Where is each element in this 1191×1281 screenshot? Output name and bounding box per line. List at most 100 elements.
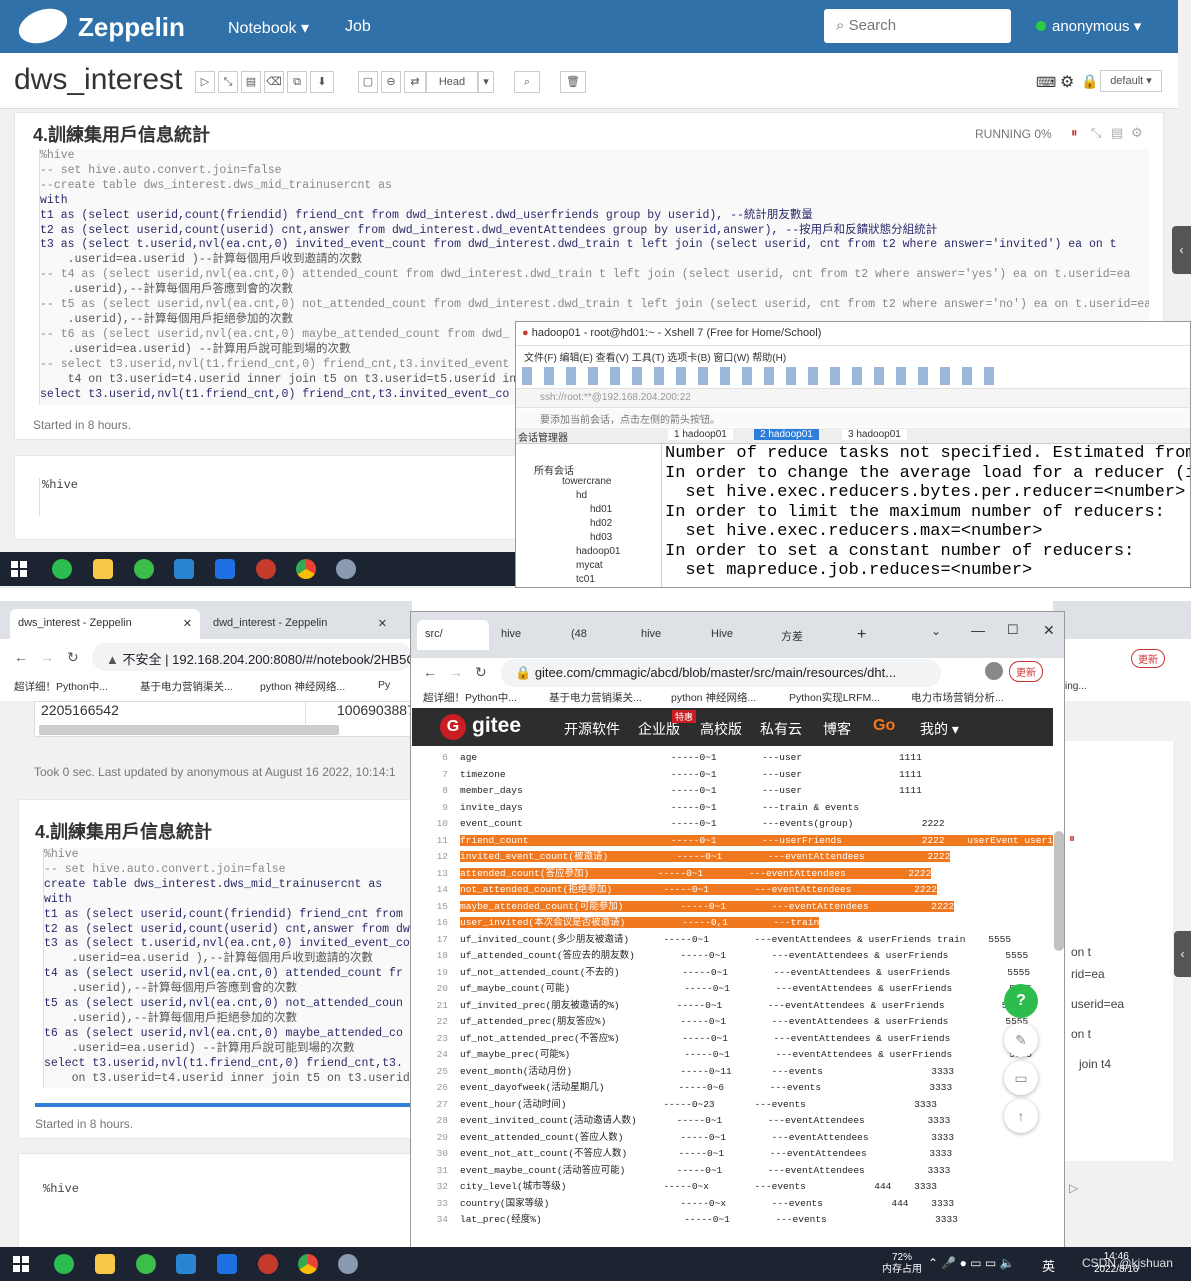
nav-notebook[interactable]: Notebook ▾ [228, 18, 309, 38]
tab-dws-interest[interactable]: dws_interest - Zeppelin ✕ [10, 609, 200, 639]
bookmark-5[interactable]: 电力市场营销分析... [911, 690, 1004, 705]
toggle-output-icon[interactable]: ▤ [241, 71, 261, 93]
settings-icon[interactable]: ⚙ [1131, 125, 1143, 141]
comment-icon[interactable]: ▭ [1004, 1061, 1038, 1095]
code-editor-2[interactable]: %hive [39, 478, 78, 516]
xshell-address[interactable]: ssh://root:**@192.168.204.200:22 [516, 388, 1190, 408]
tree-item[interactable]: towercrane [562, 476, 611, 487]
bookmark-right[interactable]: ing... [1065, 681, 1087, 692]
tree-item[interactable]: hd [576, 490, 587, 501]
app-green-icon[interactable] [136, 1254, 156, 1274]
app-photos-icon[interactable] [217, 1254, 237, 1274]
code-editor-2[interactable]: %hive [43, 1182, 79, 1196]
gitee-nav-opensource[interactable]: 开源软件 [564, 719, 620, 739]
tab-hive-3[interactable]: Hive [703, 620, 771, 650]
run-all-icon[interactable]: ▷ [195, 71, 215, 93]
bookmark-2[interactable]: 基于电力营销渠关... [549, 690, 642, 705]
input-language[interactable]: 英 [1042, 1256, 1055, 1275]
xshell-icon[interactable] [258, 1254, 278, 1274]
expand-icon[interactable]: ⤡ [1091, 125, 1101, 141]
wechat-icon[interactable] [52, 559, 72, 579]
gitee-nav-blog[interactable]: 博客 [823, 719, 851, 739]
update-button-right[interactable]: 更新 [1131, 649, 1165, 668]
gitee-nav-go[interactable]: Go [873, 717, 895, 735]
tray-icons[interactable]: ⌃ 🎤 ● ▭ ▭ 🔈 [928, 1256, 1015, 1270]
app-green-icon[interactable] [134, 559, 154, 579]
export-icon[interactable]: ⬇ [310, 71, 334, 93]
gitee-scrollbar[interactable] [1054, 831, 1064, 951]
update-button[interactable]: 更新 [1009, 661, 1043, 682]
chevron-down-icon[interactable]: ▾ [478, 71, 494, 93]
close-window-icon[interactable]: ✕ [1043, 622, 1055, 639]
lock-icon[interactable]: 🔒 [1081, 73, 1098, 90]
pause-icon[interactable]: ⏸ [1069, 831, 1075, 846]
memory-indicator[interactable]: 72% 内存占用 [882, 1252, 922, 1276]
horizontal-scrollbar[interactable] [39, 725, 339, 735]
new-tab-icon[interactable]: + [857, 626, 866, 644]
notebook-title[interactable]: dws_interest [14, 63, 182, 97]
side-collapse-icon[interactable]: ‹ [1172, 226, 1191, 274]
url-bar-left[interactable]: ▲ 不安全 | 192.168.204.200:8080/#/notebook/… [92, 643, 412, 671]
chrome-icon[interactable] [298, 1254, 318, 1274]
toggle-code-icon[interactable]: ⤡ [218, 71, 238, 93]
help-icon[interactable]: ? [1004, 984, 1038, 1018]
run-icon[interactable]: ▷ [1069, 1181, 1078, 1195]
tab-hive-2[interactable]: hive [633, 620, 701, 650]
book-icon[interactable]: ▤ [1111, 125, 1123, 141]
xshell-tab-3[interactable]: 3 hadoop01 [842, 429, 907, 440]
wechat-icon[interactable] [54, 1254, 74, 1274]
windows-start-icon[interactable] [11, 561, 27, 577]
tree-item[interactable]: tc01 [576, 574, 595, 585]
tree-item[interactable]: hd01 [590, 504, 612, 515]
windows-start-icon[interactable] [13, 1256, 29, 1272]
gitee-nav-edu[interactable]: 高校版 [700, 719, 742, 739]
clear-output-icon[interactable]: ⌫ [264, 71, 284, 93]
edit-icon[interactable]: ✎ [1004, 1023, 1038, 1057]
search-input[interactable]: ⌕ Search [824, 9, 1011, 43]
xshell-menubar[interactable]: 文件(F) 编辑(E) 查看(V) 工具(T) 选项卡(B) 窗口(W) 帮助(… [524, 349, 786, 364]
folder-icon[interactable] [95, 1254, 115, 1274]
gitee-logo-icon[interactable]: G [440, 714, 466, 740]
interpreter-default-select[interactable]: default ▾ [1100, 70, 1162, 92]
gear-icon[interactable]: ⚙ [1060, 72, 1074, 92]
version-icon[interactable]: ▢ [358, 71, 378, 93]
tab-hive-1[interactable]: hive [493, 620, 561, 650]
paragraph-title[interactable]: 4.訓練集用戶信息統計 [33, 121, 210, 147]
reload-icon[interactable]: ↻ [67, 649, 79, 666]
code-editor[interactable]: %hive -- set hive.auto.convert.join=false… [43, 848, 412, 1088]
bookmark-2[interactable]: 基于电力营销渠关... [140, 679, 233, 694]
xshell-toolbar-icon[interactable] [522, 367, 1002, 385]
user-menu[interactable]: anonymous ▾ [1036, 17, 1141, 35]
head-select[interactable]: Head [426, 71, 478, 93]
app-photos-icon[interactable] [215, 559, 235, 579]
trash-icon[interactable]: 🗑 [560, 71, 586, 93]
back-to-top-icon[interactable]: ↑ [1004, 1099, 1038, 1133]
tab-variance[interactable]: 方差 [773, 620, 841, 650]
paragraph-title[interactable]: 4.訓練集用戶信息統計 [35, 818, 212, 844]
tree-item[interactable]: hd03 [590, 532, 612, 543]
minimize-icon[interactable]: — [971, 622, 985, 638]
tab-dwd-interest[interactable]: dwd_interest - Zeppelin ✕ [205, 609, 395, 639]
keyboard-icon[interactable]: ⌨ [1036, 74, 1056, 91]
tree-item[interactable]: mycat [576, 560, 603, 571]
forward-icon[interactable]: → [449, 664, 463, 680]
tree-item[interactable]: hd02 [590, 518, 612, 529]
forward-icon[interactable]: → [40, 649, 54, 665]
tab-src[interactable]: src/ [417, 620, 489, 650]
nav-job[interactable]: Job [345, 18, 371, 36]
chevron-down-icon[interactable]: ⌄ [931, 624, 941, 638]
compare-icon[interactable]: ⇄ [404, 71, 426, 93]
xshell-tab-1[interactable]: 1 hadoop01 [668, 429, 733, 440]
gitee-nav-cloud[interactable]: 私有云 [760, 719, 802, 739]
reload-icon[interactable]: ↻ [475, 664, 487, 681]
app-blue-icon[interactable] [176, 1254, 196, 1274]
pause-icon[interactable]: ⏸ [1071, 125, 1078, 141]
app-misc-icon[interactable] [338, 1254, 358, 1274]
app-blue-icon[interactable] [174, 559, 194, 579]
chrome-icon[interactable] [296, 559, 316, 579]
bookmark-1[interactable]: 超详细！Python中... [423, 690, 517, 705]
bookmark-4[interactable]: Py [378, 679, 390, 691]
bookmark-3[interactable]: python 神经网络... [671, 690, 756, 705]
gitee-nav-mine[interactable]: 我的 ▾ [920, 719, 959, 739]
app-misc-icon[interactable] [336, 559, 356, 579]
